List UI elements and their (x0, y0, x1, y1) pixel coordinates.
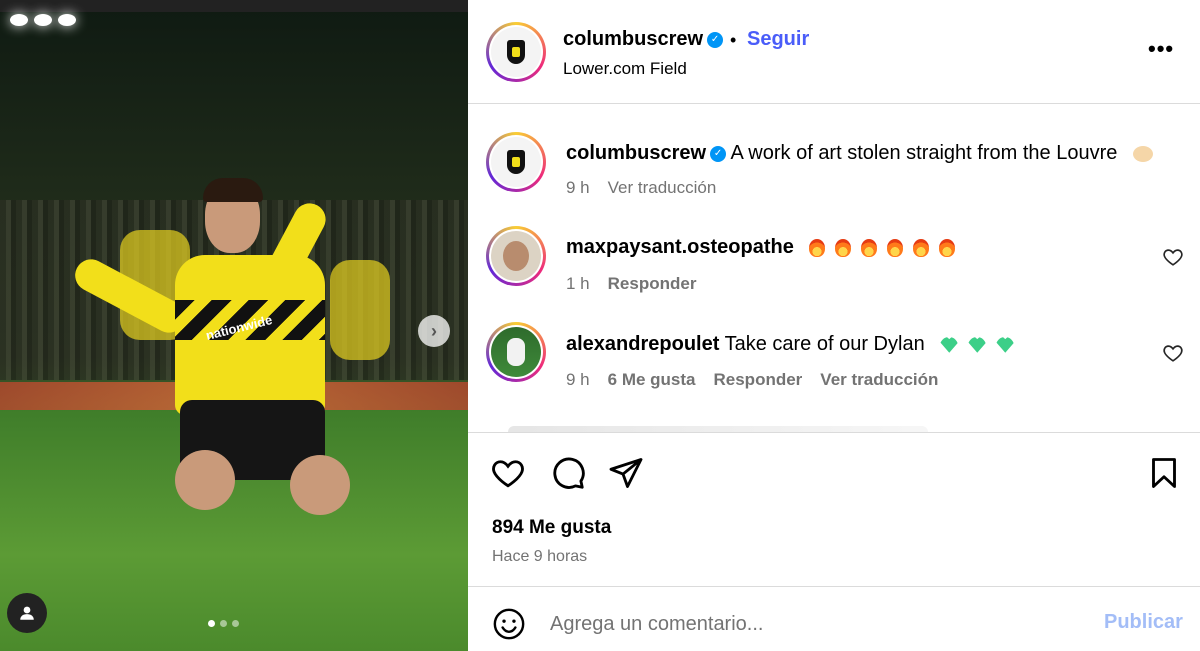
comments-list[interactable]: columbuscrew ✓ A work of art stolen strai… (468, 104, 1200, 432)
reply-link[interactable]: Responder (714, 370, 803, 390)
caption-time[interactable]: 9 h (566, 178, 590, 198)
comment-body: Take care of our Dylan (724, 333, 925, 355)
post-photo[interactable]: nationwide › (0, 0, 468, 651)
carousel-dot (208, 620, 215, 627)
caption-meta: 9 h Ver traducción (566, 178, 716, 198)
like-comment-heart-icon[interactable] (1162, 246, 1184, 268)
comment-input[interactable] (550, 609, 1070, 639)
verified-badge-icon: ✓ (710, 145, 727, 162)
account-name[interactable]: columbuscrew ✓ (563, 28, 724, 51)
comment-composer: Publicar (468, 586, 1200, 651)
player-knee (175, 450, 235, 510)
fire-emoji-icon (939, 238, 956, 257)
save-bookmark-icon[interactable] (1146, 455, 1182, 491)
carousel-dot (232, 620, 239, 627)
comment-text: alexandrepoulet Take care of our Dylan (566, 332, 1015, 356)
share-paper-plane-icon[interactable] (608, 455, 644, 491)
publish-button[interactable]: Publicar (1104, 611, 1183, 634)
post-header: columbuscrew ✓ • Seguir Lower.com Field •… (468, 0, 1200, 104)
comment-likes[interactable]: 6 Me gusta (608, 370, 696, 390)
account-username[interactable]: columbuscrew (563, 28, 703, 50)
post-actions: 894 Me gusta Hace 9 horas (468, 432, 1200, 586)
light (34, 14, 52, 26)
location-link[interactable]: Lower.com Field (563, 59, 687, 79)
crew-logo-icon (507, 40, 525, 64)
player-knee (290, 455, 350, 515)
commenter-avatar[interactable] (486, 226, 546, 286)
comment-meta: 1 h Responder (566, 274, 696, 294)
caption-text: columbuscrew ✓ A work of art stolen strai… (566, 141, 1153, 165)
carousel-dot (220, 620, 227, 627)
stadium-lights (0, 0, 468, 12)
tagged-users-button[interactable] (7, 593, 47, 633)
green-heart-emoji-icon (968, 336, 987, 353)
see-translation-link[interactable]: Ver traducción (608, 178, 717, 198)
see-translation-link[interactable]: Ver traducción (820, 370, 938, 390)
header-separator: • (730, 30, 737, 50)
more-options-icon[interactable]: ••• (1148, 36, 1174, 62)
post-time[interactable]: Hace 9 horas (492, 548, 587, 566)
commenter-username[interactable]: alexandrepoulet (566, 333, 719, 355)
commenter-avatar[interactable] (486, 322, 546, 382)
commenter-username[interactable]: maxpaysant.osteopathe (566, 236, 794, 258)
background-player (330, 260, 390, 360)
verified-badge-icon: ✓ (707, 31, 724, 48)
reply-link[interactable]: Responder (608, 274, 697, 294)
likes-count[interactable]: 894 Me gusta (492, 517, 611, 539)
comment-bubble-icon[interactable] (550, 455, 586, 491)
follow-button[interactable]: Seguir (747, 28, 809, 51)
green-heart-emoji-icon (996, 336, 1015, 353)
fire-emoji-icon (809, 238, 826, 257)
user-icon (20, 606, 34, 620)
like-heart-icon[interactable] (490, 455, 526, 491)
caption-body: A work of art stolen straight from the L… (730, 142, 1118, 164)
comment-text: maxpaysant.osteopathe (566, 235, 956, 259)
comment-time[interactable]: 1 h (566, 274, 590, 294)
caption-username[interactable]: columbuscrew (566, 142, 706, 164)
post-panel: columbuscrew ✓ • Seguir Lower.com Field •… (468, 0, 1200, 651)
fire-emoji-icon (913, 238, 930, 257)
light (58, 14, 76, 26)
next-photo-button[interactable]: › (418, 315, 450, 347)
like-comment-heart-icon[interactable] (1162, 342, 1184, 364)
comment-time[interactable]: 9 h (566, 370, 590, 390)
light (10, 14, 28, 26)
palette-emoji-icon (1132, 145, 1153, 162)
fire-emoji-icon (887, 238, 904, 257)
comment-meta: 9 h 6 Me gusta Responder Ver traducción (566, 370, 938, 390)
emoji-picker-icon[interactable] (492, 607, 526, 641)
caption-avatar[interactable] (486, 132, 546, 192)
fire-emoji-icon (835, 238, 852, 257)
carousel-indicator (208, 620, 239, 627)
account-avatar[interactable] (486, 22, 546, 82)
green-heart-emoji-icon (940, 336, 959, 353)
player-hair (203, 178, 263, 202)
chevron-right-icon: › (431, 320, 437, 341)
crew-logo-icon (507, 150, 525, 174)
fire-emoji-icon (861, 238, 878, 257)
